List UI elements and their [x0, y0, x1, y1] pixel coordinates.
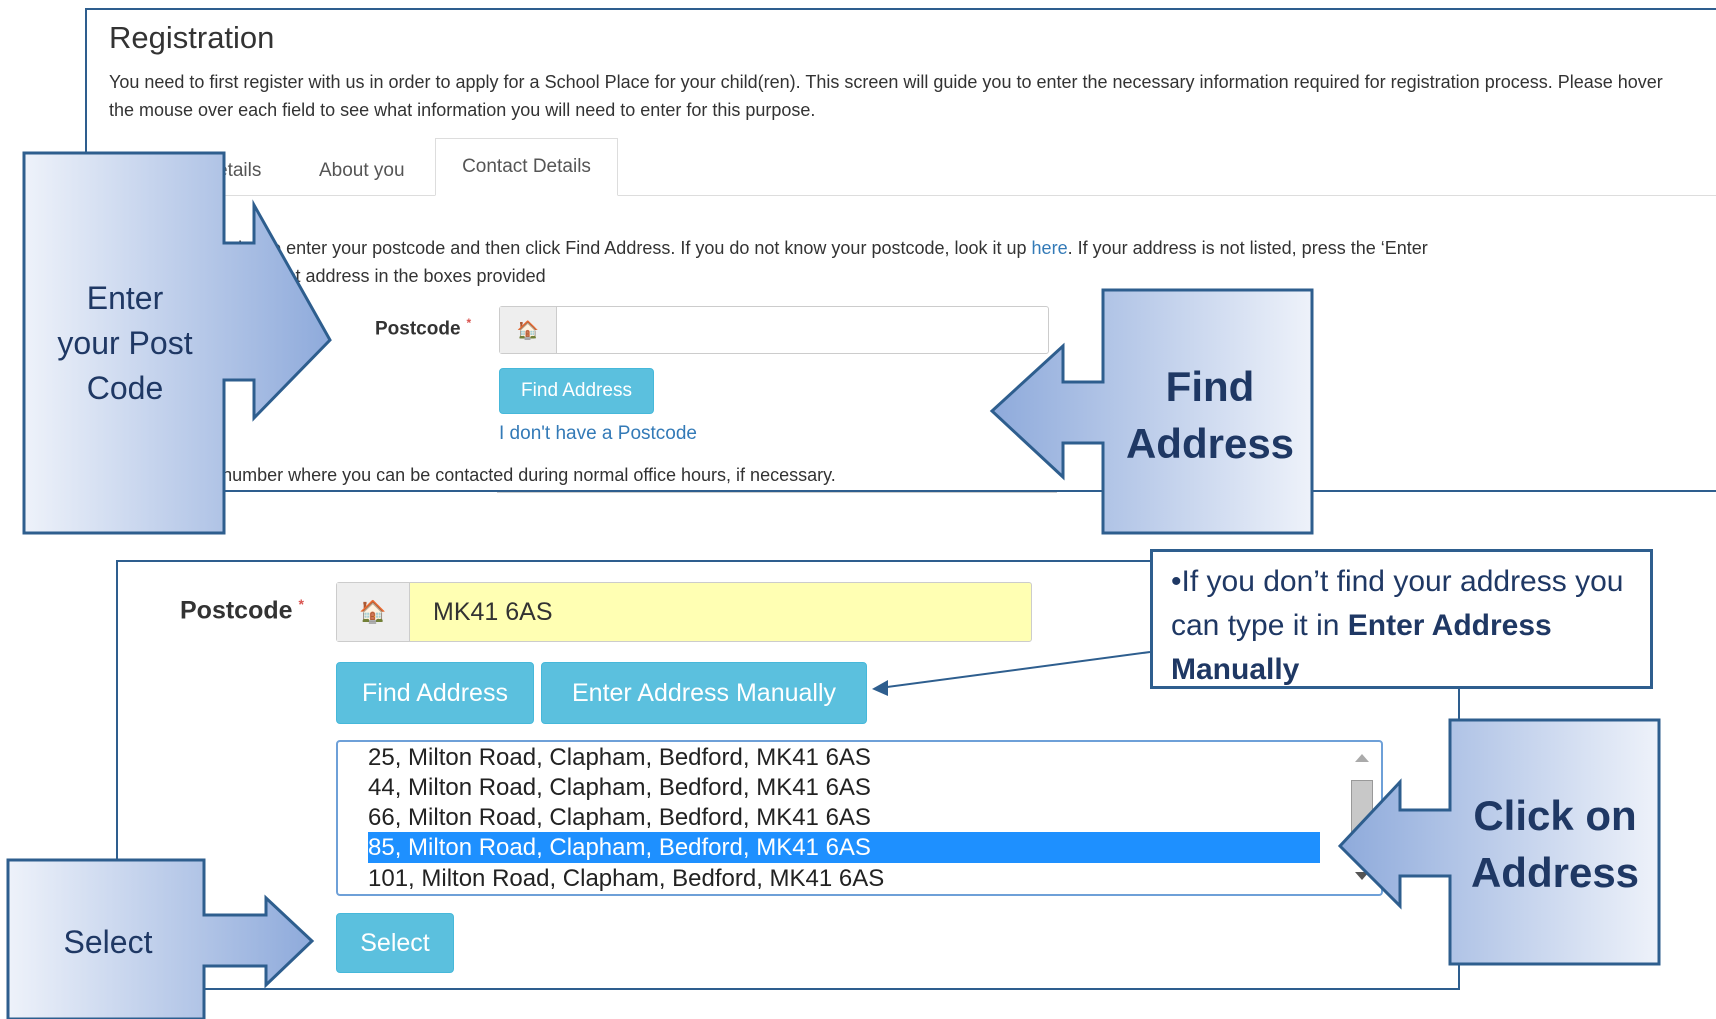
enter-postcode-callout-text: Enter your Post Code	[30, 276, 220, 411]
callout-line: Address	[1125, 420, 1295, 467]
click-address-callout-text: Click on Address	[1455, 787, 1655, 901]
callout-line: Find	[1165, 363, 1255, 410]
bullet: •	[1171, 565, 1182, 598]
select-callout-text: Select	[63, 924, 153, 960]
note-pointer-line	[879, 651, 1151, 689]
callout-line: Click on	[1473, 792, 1637, 839]
callout-line: Code	[86, 370, 164, 406]
note-pointer-arrowhead	[872, 680, 888, 696]
find-address-callout-text: Find Address	[1110, 358, 1310, 472]
callout-line: Enter	[86, 280, 164, 316]
callout-line: Address	[1470, 849, 1640, 896]
callout-line: your Post	[57, 325, 193, 361]
manual-entry-note: •If you don’t find your address you can …	[1150, 549, 1653, 689]
